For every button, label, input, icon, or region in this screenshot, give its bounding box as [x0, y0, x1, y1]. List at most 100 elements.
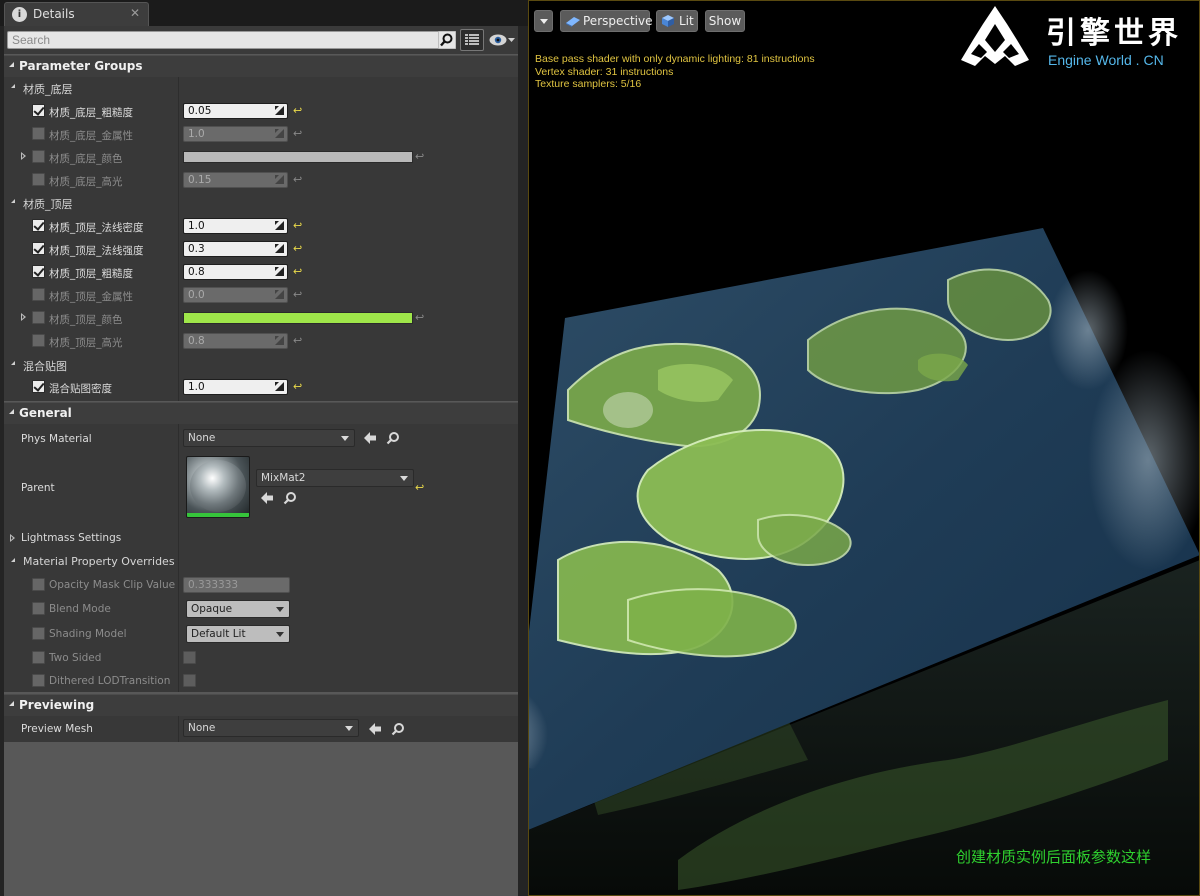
param-value-field[interactable]: 1.0	[183, 379, 288, 395]
browse-search-icon[interactable]	[386, 431, 400, 445]
expand-arrow-icon[interactable]	[21, 152, 26, 160]
reset-arrow-icon: ↩	[415, 311, 425, 324]
search-input[interactable]	[7, 31, 440, 49]
override-checkbox[interactable]	[32, 627, 45, 640]
expand-arrow-icon[interactable]	[21, 313, 26, 321]
dithered-lod-checkbox[interactable]	[183, 674, 196, 687]
shading-model-dropdown[interactable]: Default Lit	[186, 625, 290, 643]
phys-material-value: None	[188, 432, 216, 444]
reset-arrow-icon[interactable]: ↩	[293, 380, 302, 393]
param-enable-checkbox[interactable]	[32, 380, 45, 393]
param-value-field[interactable]: 0.0	[183, 287, 288, 303]
override-checkbox[interactable]	[32, 602, 45, 615]
perspective-button[interactable]: Perspective	[560, 10, 653, 32]
collapse-arrow-icon	[11, 361, 15, 365]
browse-search-icon[interactable]	[283, 491, 297, 505]
parent-material-thumbnail[interactable]	[186, 456, 250, 518]
lightmass-settings-row[interactable]: Lightmass Settings	[4, 528, 518, 550]
phys-material-dropdown[interactable]: None	[183, 429, 355, 447]
collapse-arrow-icon	[9, 409, 14, 414]
override-checkbox[interactable]	[32, 651, 45, 664]
param-enable-checkbox[interactable]	[32, 288, 45, 301]
preview-viewport[interactable]: Perspective Lit Show Base pass shader wi…	[528, 0, 1200, 896]
blend-mode-dropdown[interactable]: Opaque	[186, 600, 290, 618]
show-button[interactable]: Show	[705, 10, 745, 32]
param-enable-checkbox[interactable]	[32, 173, 45, 186]
param-value-field[interactable]: 0.05	[183, 103, 288, 119]
param-value: 0.8	[188, 335, 205, 347]
opacity-mask-value[interactable]: 0.333333	[183, 577, 290, 593]
param-row-top-color: 材质_顶层_颜色 ↩	[4, 307, 518, 329]
param-value: 0.8	[188, 266, 205, 278]
use-selected-arrow-icon[interactable]	[368, 722, 382, 736]
param-enable-checkbox[interactable]	[32, 150, 45, 163]
use-selected-arrow-icon[interactable]	[363, 431, 377, 445]
param-enable-checkbox[interactable]	[32, 104, 45, 117]
section-general[interactable]: General	[4, 402, 518, 424]
color-swatch[interactable]	[183, 151, 413, 163]
viewport-options-button[interactable]	[534, 10, 553, 32]
param-value: 1.0	[188, 220, 205, 232]
collapse-arrow-icon	[11, 558, 15, 562]
override-value: 0.333333	[188, 579, 239, 591]
param-enable-checkbox[interactable]	[32, 127, 45, 140]
shader-stat-line: Base pass shader with only dynamic light…	[535, 53, 815, 65]
param-value: 0.15	[188, 174, 212, 186]
override-label: Opacity Mask Clip Value	[49, 579, 176, 591]
grid-icon	[465, 34, 479, 45]
caption-text: 创建材质实例后面板参数这样	[956, 848, 1152, 866]
param-enable-checkbox[interactable]	[32, 219, 45, 232]
reset-arrow-icon[interactable]: ↩	[415, 481, 424, 494]
param-value-field[interactable]: 0.8	[183, 264, 288, 280]
view-options-button[interactable]	[460, 29, 484, 51]
reset-arrow-icon[interactable]: ↩	[293, 104, 302, 117]
reset-arrow-icon[interactable]: ↩	[293, 242, 302, 255]
perspective-icon	[566, 17, 580, 27]
param-value-field[interactable]: 1.0	[183, 218, 288, 234]
param-row-base-color: 材质_底层_颜色 ↩	[4, 146, 518, 168]
lightmass-label: Lightmass Settings	[21, 532, 122, 544]
reset-arrow-icon[interactable]: ↩	[293, 219, 302, 232]
param-value-field[interactable]: 0.3	[183, 241, 288, 257]
group-top-layer[interactable]: 材质_顶层	[4, 192, 518, 214]
close-icon[interactable]: ✕	[130, 6, 140, 20]
material-property-overrides-group[interactable]: Material Property Overrides	[4, 551, 518, 573]
param-enable-checkbox[interactable]	[32, 334, 45, 347]
expand-arrow-icon[interactable]	[10, 534, 15, 542]
param-enable-checkbox[interactable]	[32, 242, 45, 255]
param-value-field[interactable]: 0.8	[183, 333, 288, 349]
app-root: i Details ✕ Search Parameter Groups 材质_底…	[0, 0, 1200, 896]
override-row-two-sided: Two Sided	[4, 647, 518, 669]
param-label: 材质_底层_颜色	[49, 153, 123, 165]
details-content: Parameter Groups 材质_底层 材质_底层_粗糙度 0.05 ↩	[4, 26, 518, 896]
param-value-field[interactable]: 1.0	[183, 126, 288, 142]
group-base-layer[interactable]: 材质_底层	[4, 77, 518, 99]
color-swatch[interactable]	[183, 312, 413, 324]
search-icon[interactable]	[438, 31, 456, 49]
preview-mesh-dropdown[interactable]: None	[183, 719, 359, 737]
two-sided-checkbox[interactable]	[183, 651, 196, 664]
param-row-top-metallic: 材质_顶层_金属性 0.0 ↩	[4, 284, 518, 306]
group-blend-map[interactable]: 混合贴图	[4, 354, 518, 376]
preview-mesh-label: Preview Mesh	[21, 723, 93, 735]
param-row-top-specular: 材质_顶层_高光 0.8 ↩	[4, 330, 518, 352]
browse-search-icon[interactable]	[391, 722, 405, 736]
eye-icon[interactable]	[488, 32, 516, 48]
section-parameter-groups[interactable]: Parameter Groups	[4, 55, 518, 77]
param-enable-checkbox[interactable]	[32, 265, 45, 278]
param-enable-checkbox[interactable]	[32, 311, 45, 324]
preview-mesh-value: None	[188, 722, 216, 734]
details-tab[interactable]: i Details ✕	[4, 2, 149, 26]
override-checkbox[interactable]	[32, 578, 45, 591]
parameter-groups-body: 材质_底层 材质_底层_粗糙度 0.05 ↩ 材质_底层_金属性 1.0 ↩ 材…	[4, 77, 518, 401]
resize-grip-icon	[275, 336, 284, 345]
override-checkbox[interactable]	[32, 674, 45, 687]
lit-button[interactable]: Lit	[656, 10, 698, 32]
logo-subtitle: Engine World . CN	[1048, 52, 1164, 68]
section-previewing[interactable]: Previewing	[4, 694, 518, 716]
parent-dropdown[interactable]: MixMat2	[256, 469, 414, 487]
param-value-field[interactable]: 0.15	[183, 172, 288, 188]
use-selected-arrow-icon[interactable]	[260, 491, 274, 505]
group-title: Material Property Overrides	[23, 555, 175, 568]
reset-arrow-icon[interactable]: ↩	[293, 265, 302, 278]
